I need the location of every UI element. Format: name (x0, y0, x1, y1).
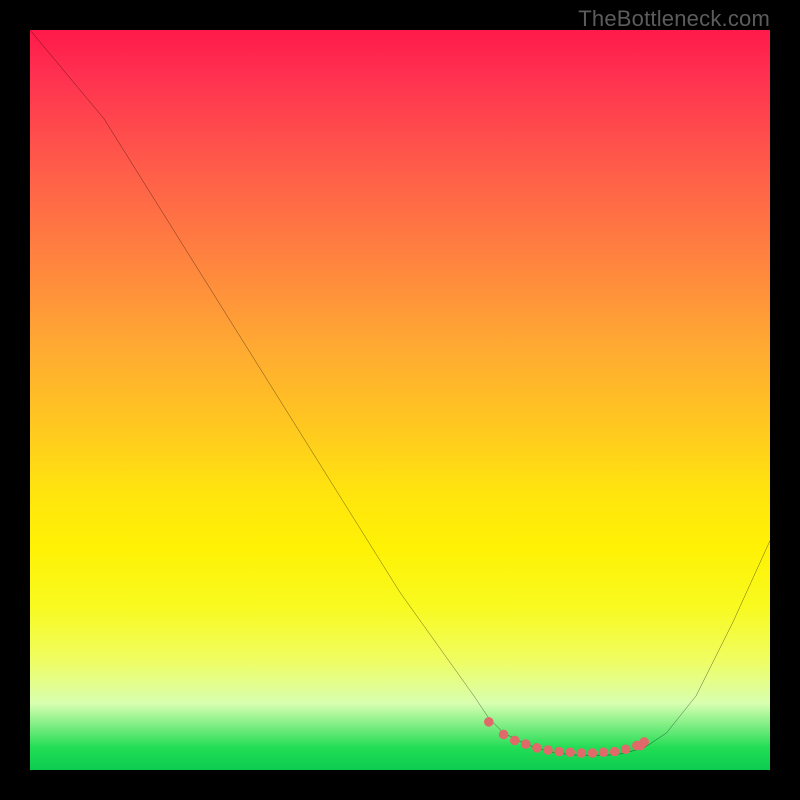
highlight-dot (599, 747, 609, 757)
highlight-dot (532, 743, 542, 753)
highlight-dot (554, 747, 564, 757)
highlight-dot (510, 736, 520, 746)
highlight-dot (499, 730, 509, 740)
watermark-text: TheBottleneck.com (578, 6, 770, 32)
highlight-dot (588, 748, 598, 758)
optimal-range-dots (484, 717, 649, 758)
highlight-dot (521, 739, 531, 749)
highlight-dot (484, 717, 494, 727)
highlight-dot (621, 744, 631, 754)
plot-area (30, 30, 770, 770)
highlight-dot (576, 748, 586, 758)
bottleneck-curve (30, 30, 770, 755)
chart-frame: TheBottleneck.com (0, 0, 800, 800)
highlight-dot (610, 747, 620, 757)
highlight-dot (565, 747, 575, 757)
chart-svg (30, 30, 770, 770)
highlight-dot (639, 737, 649, 747)
highlight-dot (543, 745, 553, 755)
